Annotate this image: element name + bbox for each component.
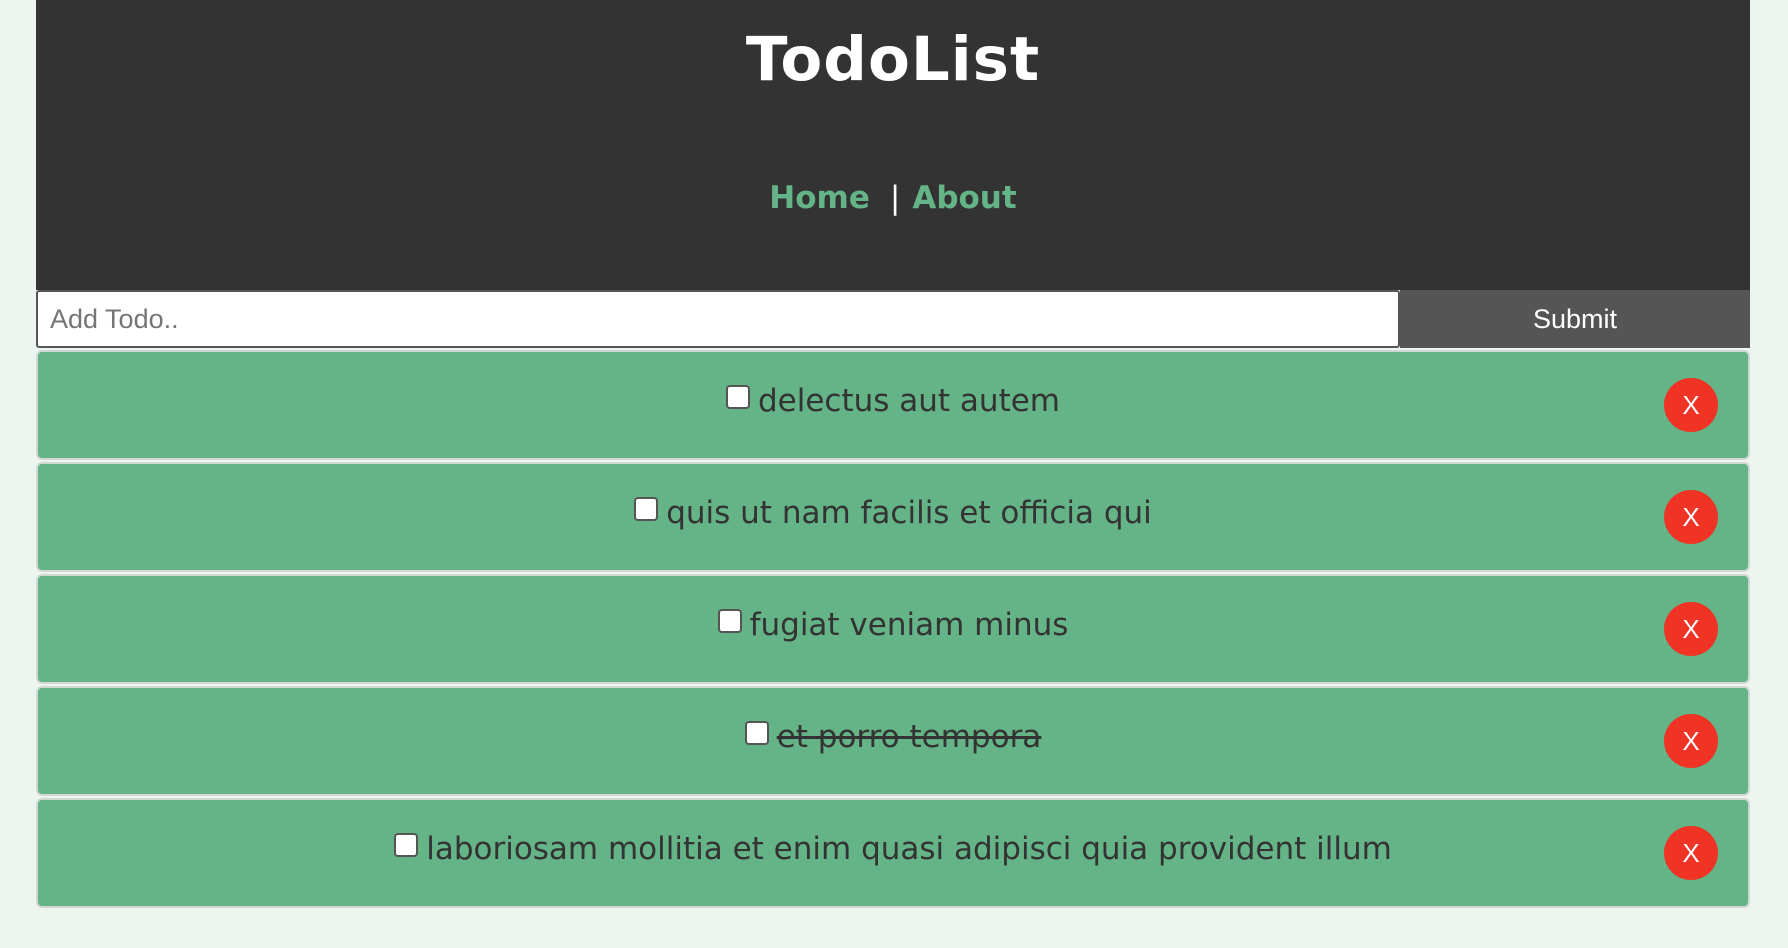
nav-about-link[interactable]: About [912,180,1016,216]
todo-item: delectus aut autem X [36,350,1750,460]
todo-title: quis ut nam facilis et officia qui [666,495,1152,531]
todo-content: fugiat veniam minus [717,607,1069,643]
add-todo-input[interactable] [36,290,1400,348]
add-todo-form: Submit [36,290,1750,348]
todo-item: fugiat veniam minus X [36,574,1750,684]
nav-separator: | [889,180,901,216]
todo-content: et porro tempora [744,719,1042,755]
delete-button[interactable]: X [1664,714,1718,768]
nav-home-link[interactable]: Home [769,180,870,216]
todo-item-completed: et porro tempora X [36,686,1750,796]
todo-checkbox[interactable] [394,833,419,857]
delete-button[interactable]: X [1664,826,1718,880]
todo-title: laboriosam mollitia et enim quasi adipis… [426,831,1392,867]
delete-button[interactable]: X [1664,602,1718,656]
main-nav: Home | About [36,180,1750,216]
todo-title: et porro tempora [776,719,1042,755]
submit-button[interactable]: Submit [1400,290,1750,348]
todo-content: laboriosam mollitia et enim quasi adipis… [394,831,1392,867]
header: TodoList Home | About [36,0,1750,290]
todo-checkbox[interactable] [725,385,750,409]
todo-checkbox[interactable] [717,609,742,633]
todo-title: delectus aut autem [757,383,1060,419]
todo-content: delectus aut autem [725,383,1060,419]
todo-checkbox[interactable] [634,497,659,521]
todo-checkbox[interactable] [744,721,769,745]
todo-content: quis ut nam facilis et officia qui [634,495,1152,531]
todo-item: quis ut nam facilis et officia qui X [36,462,1750,572]
todo-item: laboriosam mollitia et enim quasi adipis… [36,798,1750,908]
delete-button[interactable]: X [1664,378,1718,432]
app-title: TodoList [745,24,1041,95]
todo-title: fugiat veniam minus [749,607,1069,643]
todo-app: TodoList Home | About Submit delectus au… [36,0,1750,910]
delete-button[interactable]: X [1664,490,1718,544]
todo-list: delectus aut autem X quis ut nam facilis… [36,350,1750,908]
